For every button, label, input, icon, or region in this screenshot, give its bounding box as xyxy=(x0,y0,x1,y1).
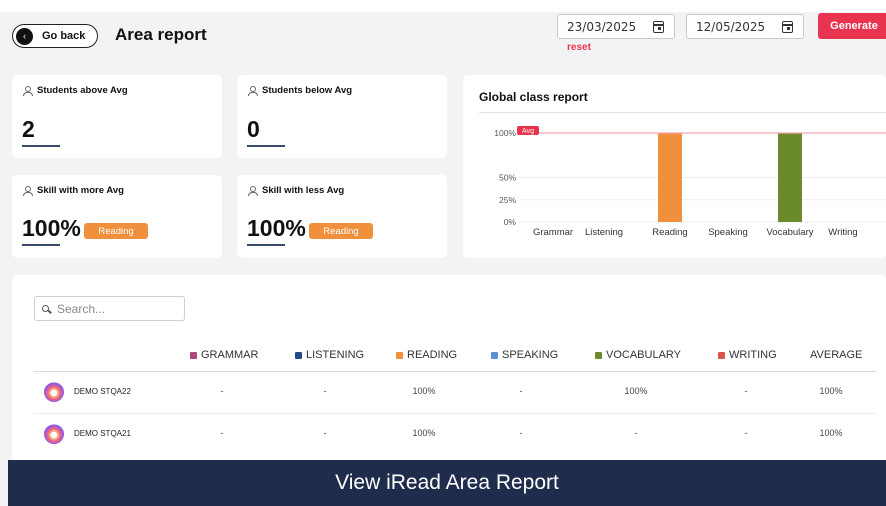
search-input[interactable] xyxy=(57,301,177,316)
x-tick-label: Grammar xyxy=(533,227,573,238)
go-back-label: Go back xyxy=(42,30,86,42)
students-above-avg-value: 2 xyxy=(22,116,35,142)
generate-button[interactable]: Generate xyxy=(818,13,886,39)
table-cell: - xyxy=(220,428,224,438)
top-strip xyxy=(0,0,886,12)
student-name[interactable]: DEMO STQA21 xyxy=(74,429,131,438)
skill-less-avg-header: Skill with less Avg xyxy=(248,185,344,196)
students-above-avg-header: Students above Avg xyxy=(23,85,128,96)
students-below-avg-value: 0 xyxy=(247,116,260,142)
date-to-input[interactable]: 12/05/2025 xyxy=(686,14,804,39)
table-cell: 100% xyxy=(819,386,843,396)
date-from-value: 23/03/2025 xyxy=(567,19,637,34)
value-underline xyxy=(22,145,60,147)
y-tick-label: 50% xyxy=(499,173,516,183)
student-name[interactable]: DEMO STQA22 xyxy=(74,387,131,396)
table-cell: - xyxy=(220,386,224,396)
student-avatar-icon xyxy=(44,424,64,444)
value-underline xyxy=(247,145,285,147)
skill-less-avg-badge: Reading xyxy=(309,223,373,239)
column-header-label: SPEAKING xyxy=(502,349,559,361)
legend-swatch xyxy=(491,351,498,359)
y-tick-label: 25% xyxy=(499,195,516,205)
date-to-value: 12/05/2025 xyxy=(696,19,766,34)
x-tick-label: Reading xyxy=(652,227,687,238)
back-arrow-icon: ‹ xyxy=(16,27,33,45)
column-header-grammar: GRAMMAR xyxy=(190,349,258,361)
skill-less-avg-value: 100% xyxy=(247,215,306,241)
column-header-speaking: SPEAKING xyxy=(491,349,558,361)
legend-swatch xyxy=(295,351,302,359)
legend-swatch xyxy=(190,351,197,359)
students-below-avg-header: Students below Avg xyxy=(248,85,352,96)
table-header-divider xyxy=(34,371,876,372)
x-tick-label: Speaking xyxy=(708,227,748,238)
table-row-divider xyxy=(34,413,876,414)
average-label: Avg xyxy=(522,128,534,135)
user-icon xyxy=(23,85,33,96)
y-tick-label: 100% xyxy=(494,128,516,138)
value-underline xyxy=(247,244,285,246)
column-header-label: GRAMMAR xyxy=(201,349,259,361)
column-header-vocabulary: VOCABULARY xyxy=(595,349,681,361)
bar-vocabulary[interactable] xyxy=(778,133,802,222)
user-icon xyxy=(248,185,258,196)
table-cell: 100% xyxy=(819,428,843,438)
calendar-icon[interactable] xyxy=(653,21,664,33)
column-header-label: VOCABULARY xyxy=(606,349,681,361)
view-iread-area-report-banner[interactable]: View iRead Area Report xyxy=(8,460,886,506)
reset-link[interactable]: reset xyxy=(567,42,591,53)
search-box[interactable] xyxy=(34,296,185,321)
bar-reading[interactable] xyxy=(658,133,682,222)
legend-swatch xyxy=(396,351,403,359)
legend-swatch xyxy=(718,351,725,359)
search-icon xyxy=(42,305,49,312)
date-from-input[interactable]: 23/03/2025 xyxy=(557,14,675,39)
x-tick-label: Vocabulary xyxy=(766,227,813,238)
skill-more-avg-header: Skill with more Avg xyxy=(23,185,124,196)
column-header-label: READING xyxy=(407,349,458,361)
skill-more-avg-value: 100% xyxy=(22,215,81,241)
student-avatar-icon xyxy=(44,382,64,402)
column-header-writing: WRITING xyxy=(718,349,777,361)
table-cell: - xyxy=(323,428,327,438)
user-icon xyxy=(248,85,258,96)
skill-more-avg-badge: Reading xyxy=(84,223,148,239)
students-above-avg-label: Students above Avg xyxy=(37,85,128,96)
skill-more-avg-card: Skill with more Avg 100% Reading xyxy=(12,175,222,258)
x-tick-label: Listening xyxy=(585,227,623,238)
value-underline xyxy=(22,244,60,246)
user-icon xyxy=(23,185,33,196)
table-cell: - xyxy=(744,428,748,438)
legend-swatch xyxy=(595,351,602,359)
table-cell: 100% xyxy=(624,386,648,396)
page-title: Area report xyxy=(115,25,207,44)
students-above-avg-card: Students above Avg 2 xyxy=(12,75,222,158)
y-tick-label: 0% xyxy=(504,217,517,227)
table-cell: - xyxy=(744,386,748,396)
calendar-icon[interactable] xyxy=(782,21,793,33)
go-back-button[interactable]: ‹ Go back xyxy=(12,24,98,48)
column-header-label: WRITING xyxy=(729,349,777,361)
table-cell: - xyxy=(634,428,638,438)
students-below-avg-card: Students below Avg 0 xyxy=(237,75,447,158)
column-header-listening: LISTENING xyxy=(295,349,364,361)
skill-less-avg-card: Skill with less Avg 100% Reading xyxy=(237,175,447,258)
table-cell: - xyxy=(519,386,523,396)
column-header-label: AVERAGE xyxy=(810,349,863,361)
global-class-report-card: Global class report 0% 25% 50% 100% Grammar L… xyxy=(463,75,886,258)
column-header-average: AVERAGE xyxy=(810,349,862,361)
table-cell: - xyxy=(519,428,523,438)
students-below-avg-label: Students below Avg xyxy=(262,85,353,96)
table-cell: 100% xyxy=(412,428,436,438)
column-header-reading: READING xyxy=(396,349,457,361)
x-tick-label: Writing xyxy=(828,227,857,238)
table-cell: - xyxy=(323,386,327,396)
global-class-report-chart: 0% 25% 50% 100% Grammar Listening Reading Speak… xyxy=(494,126,886,238)
column-header-label: LISTENING xyxy=(306,349,365,361)
skill-more-avg-label: Skill with more Avg xyxy=(37,185,124,196)
skill-less-avg-label: Skill with less Avg xyxy=(262,185,345,196)
table-cell: 100% xyxy=(412,386,436,396)
